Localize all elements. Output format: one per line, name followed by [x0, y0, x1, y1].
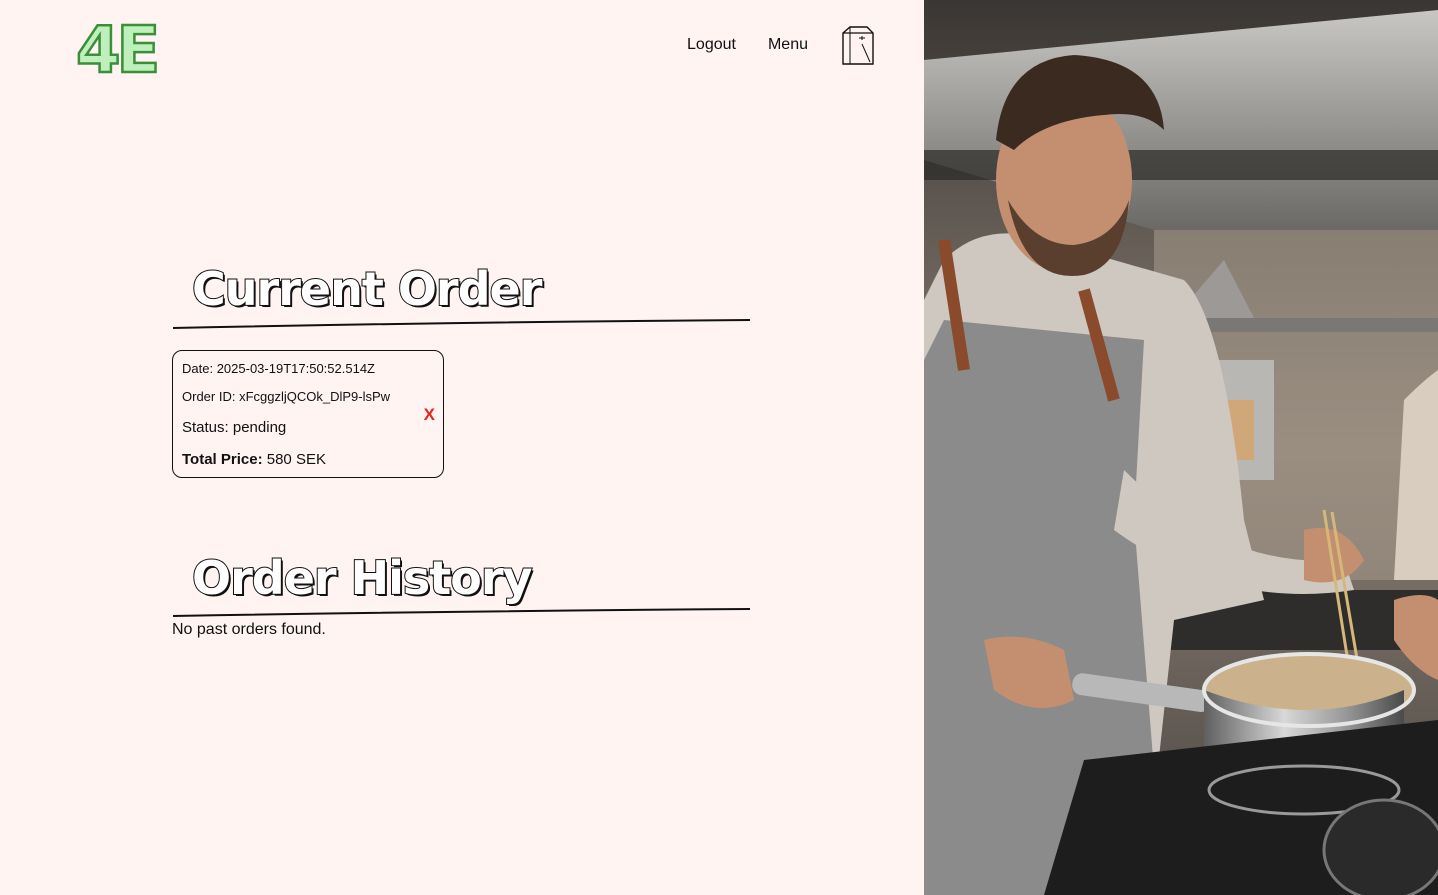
current-order-heading: Current Order — [172, 261, 752, 332]
order-status-label: Status: — [182, 419, 229, 436]
order-total: Total Price: 580 SEK — [182, 451, 326, 468]
top-nav: Logout Menu — [687, 22, 876, 68]
menu-link[interactable]: Menu — [768, 36, 808, 54]
order-status: Status: pending — [182, 419, 286, 436]
content-panel: 4E Logout Menu Current Order Date: 2025-… — [0, 0, 924, 895]
heading-underline — [172, 608, 751, 617]
current-order-title: Current Order — [191, 261, 543, 317]
current-order-card: Date: 2025-03-19T17:50:52.514Z Order ID:… — [172, 350, 444, 478]
order-total-value: 580 SEK — [266, 451, 326, 468]
logo[interactable]: 4E — [74, 14, 160, 78]
order-date: Date: 2025-03-19T17:50:52.514Z — [182, 361, 375, 376]
hero-image — [924, 0, 1438, 895]
no-orders-message: No past orders found. — [172, 621, 326, 638]
order-history-title: Order History — [191, 550, 534, 606]
chef-photo — [924, 0, 1438, 895]
logout-link[interactable]: Logout — [687, 36, 736, 54]
cancel-order-button[interactable]: X — [424, 405, 435, 425]
order-id: Order ID: xFcggzljQCOk_DlP9-lsPw — [182, 389, 390, 404]
order-history-heading: Order History — [172, 550, 752, 621]
order-id-label: Order ID: — [182, 389, 236, 404]
order-date-label: Date: — [182, 361, 214, 376]
order-id-value: xFcggzljQCOk_DlP9-lsPw — [239, 389, 391, 404]
page: 4E Logout Menu Current Order Date: 2025-… — [0, 0, 1438, 895]
logo-text: 4E — [76, 14, 157, 78]
order-date-value: 2025-03-19T17:50:52.514Z — [216, 361, 375, 376]
order-total-label: Total Price: — [182, 451, 263, 468]
shopping-bag-icon[interactable] — [840, 24, 876, 66]
order-status-value: pending — [232, 419, 287, 436]
heading-underline — [172, 319, 751, 329]
